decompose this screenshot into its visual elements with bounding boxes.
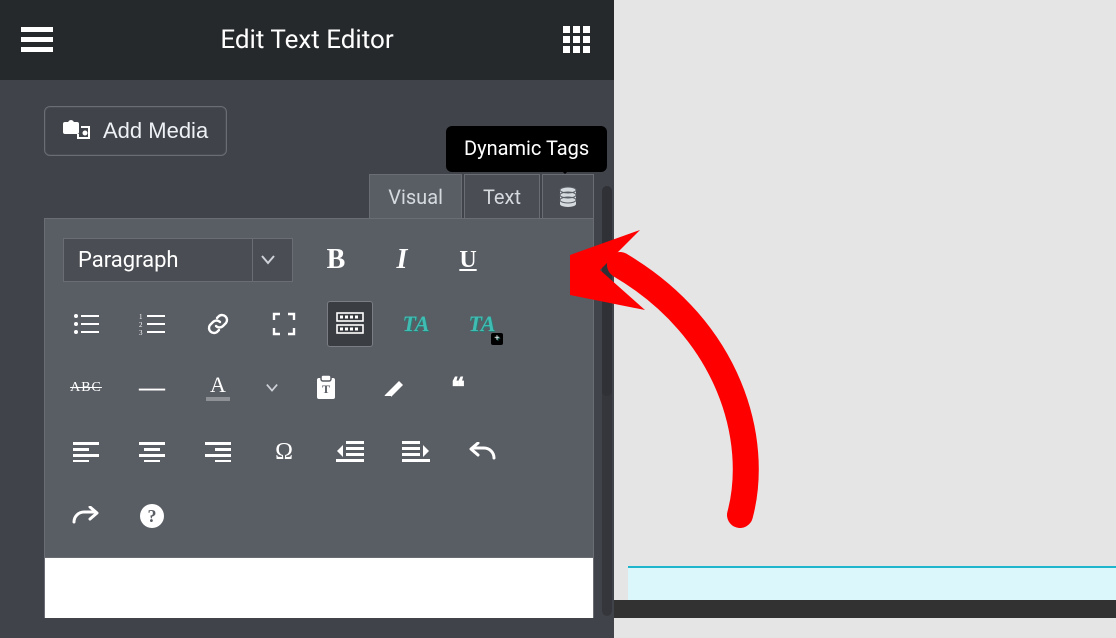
editor-content-area[interactable] bbox=[44, 558, 594, 618]
sidebar-scrollbar[interactable] bbox=[602, 186, 612, 616]
add-media-label: Add Media bbox=[103, 118, 208, 144]
text-color-button[interactable]: A bbox=[195, 365, 241, 411]
blockquote-button[interactable]: ❝ bbox=[435, 365, 481, 411]
clear-formatting-button[interactable] bbox=[369, 365, 415, 411]
tab-visual[interactable]: Visual bbox=[369, 174, 462, 218]
tab-text[interactable]: Text bbox=[464, 174, 540, 218]
editor-tabs: Visual Text bbox=[44, 174, 594, 218]
add-media-button[interactable]: Add Media bbox=[44, 106, 227, 156]
link-button[interactable] bbox=[195, 301, 241, 347]
fullscreen-button[interactable] bbox=[261, 301, 307, 347]
svg-text:3: 3 bbox=[139, 329, 143, 335]
redo-button[interactable] bbox=[63, 493, 109, 539]
indent-button[interactable] bbox=[393, 429, 439, 475]
sidebar-header: Edit Text Editor bbox=[0, 0, 614, 80]
bold-button[interactable]: B bbox=[313, 237, 359, 283]
chevron-down-icon bbox=[252, 239, 282, 281]
color-underline bbox=[206, 397, 230, 401]
help-button[interactable]: ? bbox=[129, 493, 175, 539]
special-character-button[interactable]: Ω bbox=[261, 429, 307, 475]
plus-badge-icon: + bbox=[491, 333, 503, 345]
database-icon bbox=[557, 186, 579, 208]
ta-plugin-button-2[interactable]: TA + bbox=[459, 301, 505, 347]
italic-button[interactable]: I bbox=[379, 237, 425, 283]
media-icon bbox=[63, 119, 93, 143]
svg-text:2: 2 bbox=[139, 321, 143, 329]
format-select[interactable]: Paragraph bbox=[63, 238, 293, 282]
paste-text-button[interactable]: T bbox=[303, 365, 349, 411]
undo-button[interactable] bbox=[459, 429, 505, 475]
page-canvas bbox=[614, 0, 1116, 638]
panel-title: Edit Text Editor bbox=[220, 25, 393, 55]
editor-sidebar: Edit Text Editor bbox=[0, 0, 614, 638]
svg-text:T: T bbox=[322, 382, 330, 396]
align-center-button[interactable] bbox=[129, 429, 175, 475]
align-left-button[interactable] bbox=[63, 429, 109, 475]
canvas-divider bbox=[614, 600, 1116, 618]
format-select-value: Paragraph bbox=[78, 248, 179, 273]
ta-plugin-button-1[interactable]: TA bbox=[393, 301, 439, 347]
underline-button[interactable]: U bbox=[445, 237, 491, 283]
text-color-picker-button[interactable] bbox=[261, 365, 283, 411]
bullet-list-button[interactable] bbox=[63, 301, 109, 347]
dynamic-tags-tooltip: Dynamic Tags bbox=[446, 126, 607, 172]
horizontal-rule-button[interactable]: — bbox=[129, 365, 175, 411]
wysiwyg-toolbar: Paragraph B I U 123 bbox=[44, 218, 594, 558]
toolbar-toggle-button[interactable] bbox=[327, 301, 373, 347]
outdent-button[interactable] bbox=[327, 429, 373, 475]
strikethrough-button[interactable]: ABC bbox=[63, 365, 109, 411]
scrollbar-thumb[interactable] bbox=[602, 186, 612, 396]
menu-icon[interactable] bbox=[20, 23, 54, 57]
svg-text:1: 1 bbox=[139, 313, 143, 321]
widgets-grid-icon[interactable] bbox=[560, 23, 594, 57]
svg-text:?: ? bbox=[148, 506, 157, 526]
align-right-button[interactable] bbox=[195, 429, 241, 475]
numbered-list-button[interactable]: 123 bbox=[129, 301, 175, 347]
